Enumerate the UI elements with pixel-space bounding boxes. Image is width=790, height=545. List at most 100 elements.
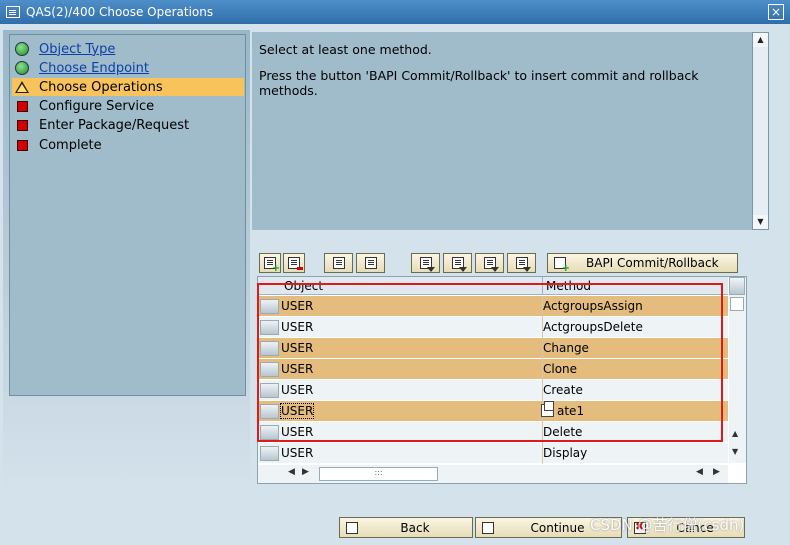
find-next-icon <box>515 257 531 272</box>
title-bar: QAS(2)/400 Choose Operations × <box>0 0 790 24</box>
sort-descending-button[interactable] <box>443 253 472 273</box>
scroll-right-icon[interactable]: ▶ <box>302 467 309 477</box>
scroll-down-icon[interactable]: ▼ <box>732 447 738 456</box>
method-cell[interactable]: Create <box>542 380 728 401</box>
method-cell[interactable]: Clone <box>542 359 728 380</box>
scroll-down-icon[interactable]: ▼ <box>753 215 768 229</box>
row-selector[interactable] <box>260 341 279 356</box>
row-selector[interactable] <box>260 446 279 461</box>
method-cell[interactable]: ActgroupsDelete <box>542 317 728 338</box>
step-complete: Complete <box>12 136 244 154</box>
table-vertical-scrollbar[interactable]: ▲ ▼ <box>729 277 746 463</box>
object-cell[interactable]: USER <box>279 401 539 422</box>
table-row[interactable]: USER Clone <box>258 359 728 380</box>
red-square-icon <box>17 139 28 151</box>
table-header: Object Method <box>258 277 728 295</box>
object-cell[interactable]: USER <box>281 359 539 380</box>
object-cell[interactable]: USER <box>281 380 539 401</box>
scroll-left-icon[interactable]: ◀ <box>288 467 295 477</box>
step-choose-endpoint[interactable]: Choose Endpoint <box>12 59 244 77</box>
sort-descending-icon <box>451 257 467 272</box>
green-circle-icon <box>15 61 29 75</box>
method-cell[interactable]: Display <box>542 443 728 464</box>
table-horizontal-scrollbar[interactable]: ◀ ▶ ::: ◀ ▶ <box>258 465 728 483</box>
method-cell[interactable]: ActgroupsAssign <box>542 296 728 317</box>
object-cell[interactable]: USER <box>281 422 539 443</box>
sort-ascending-icon <box>419 257 435 272</box>
select-all-button[interactable] <box>324 253 353 273</box>
green-circle-icon <box>15 42 29 56</box>
table-row[interactable]: USER ate1 <box>258 401 728 422</box>
close-button[interactable]: × <box>768 4 784 20</box>
row-selector[interactable] <box>260 362 279 377</box>
step-label: Complete <box>39 137 102 153</box>
table-row[interactable]: USER Change <box>258 338 728 359</box>
info-text-area: Select at least one method. Press the bu… <box>252 32 752 230</box>
column-header-method[interactable]: Method <box>542 277 728 295</box>
red-square-icon <box>17 119 28 131</box>
watermark: CSDN @苦行僧(csdn) <box>590 516 745 534</box>
info-line-1: Select at least one method. <box>259 42 432 57</box>
window-title: QAS(2)/400 Choose Operations <box>26 5 214 19</box>
step-object-type[interactable]: Object Type <box>12 40 244 58</box>
focused-object-cell[interactable]: USER <box>279 403 315 419</box>
row-selector[interactable] <box>260 320 279 335</box>
scroll-up-icon[interactable]: ▲ <box>732 429 738 438</box>
step-label: Enter Package/Request <box>39 117 190 133</box>
back-label: Back <box>400 520 430 535</box>
step-label: Choose Operations <box>39 79 163 95</box>
deselect-all-icon <box>364 257 377 269</box>
step-choose-operations: Choose Operations <box>12 78 244 96</box>
step-label[interactable]: Object Type <box>39 42 115 57</box>
scroll-right-icon[interactable]: ▶ <box>713 467 720 477</box>
find-next-button[interactable] <box>507 253 536 273</box>
row-selector[interactable] <box>260 404 279 419</box>
scroll-thumb[interactable] <box>730 297 744 311</box>
object-cell[interactable]: USER <box>281 338 539 359</box>
operations-table: Object Method USER ActgroupsAssign USER … <box>257 276 747 484</box>
copy-icon <box>541 401 554 417</box>
info-line-2: Press the button 'BAPI Commit/Rollback' … <box>259 68 699 98</box>
table-row[interactable]: USER ActgroupsDelete <box>258 317 728 338</box>
object-cell[interactable]: USER <box>281 296 539 317</box>
step-label: Configure Service <box>39 98 155 114</box>
table-row[interactable]: USER Create <box>258 380 728 401</box>
table-row[interactable]: USER Delete <box>258 422 728 443</box>
row-selector[interactable] <box>260 425 279 440</box>
wizard-pane: Object Type Choose Endpoint Choose Opera… <box>3 30 250 494</box>
object-cell[interactable]: USER <box>281 317 539 338</box>
deselect-all-button[interactable] <box>356 253 385 273</box>
info-scrollbar[interactable]: ▲ ▼ <box>752 32 769 230</box>
method-cell[interactable]: Change <box>542 338 728 359</box>
bapi-commit-rollback-button[interactable]: BAPI Commit/Rollback <box>547 253 738 274</box>
find-icon <box>483 257 499 272</box>
delete-row-icon <box>288 257 303 270</box>
method-cell[interactable]: Delete <box>542 422 728 443</box>
column-settings-icon[interactable] <box>729 277 745 295</box>
append-row-button[interactable] <box>259 253 281 274</box>
find-button[interactable] <box>475 253 504 273</box>
window-menu-icon[interactable] <box>6 6 20 18</box>
back-button[interactable]: Back <box>339 517 473 538</box>
step-label[interactable]: Choose Endpoint <box>39 61 149 76</box>
table-row[interactable]: USER Display <box>258 443 728 464</box>
back-icon <box>346 521 358 534</box>
scroll-left-icon[interactable]: ◀ <box>696 467 703 477</box>
step-enter-package: Enter Package/Request <box>12 116 244 134</box>
wizard-steps: Object Type Choose Endpoint Choose Opera… <box>9 34 246 396</box>
sort-ascending-button[interactable] <box>411 253 440 273</box>
bapi-button-label: BAPI Commit/Rollback <box>586 256 719 270</box>
horizontal-scroll-thumb[interactable]: ::: <box>319 467 438 481</box>
continue-icon <box>482 521 494 534</box>
column-header-object[interactable]: Object <box>281 277 539 295</box>
method-cell[interactable]: ate1 <box>542 401 728 422</box>
table-row[interactable]: USER ActgroupsAssign <box>258 296 728 317</box>
row-selector[interactable] <box>260 383 279 398</box>
row-selector[interactable] <box>260 299 279 314</box>
step-configure-service: Configure Service <box>12 97 244 115</box>
scroll-up-icon[interactable]: ▲ <box>753 33 768 47</box>
insert-icon <box>554 257 570 274</box>
object-cell[interactable]: USER <box>281 443 539 464</box>
append-row-icon <box>264 257 280 274</box>
delete-row-button[interactable] <box>283 253 305 273</box>
